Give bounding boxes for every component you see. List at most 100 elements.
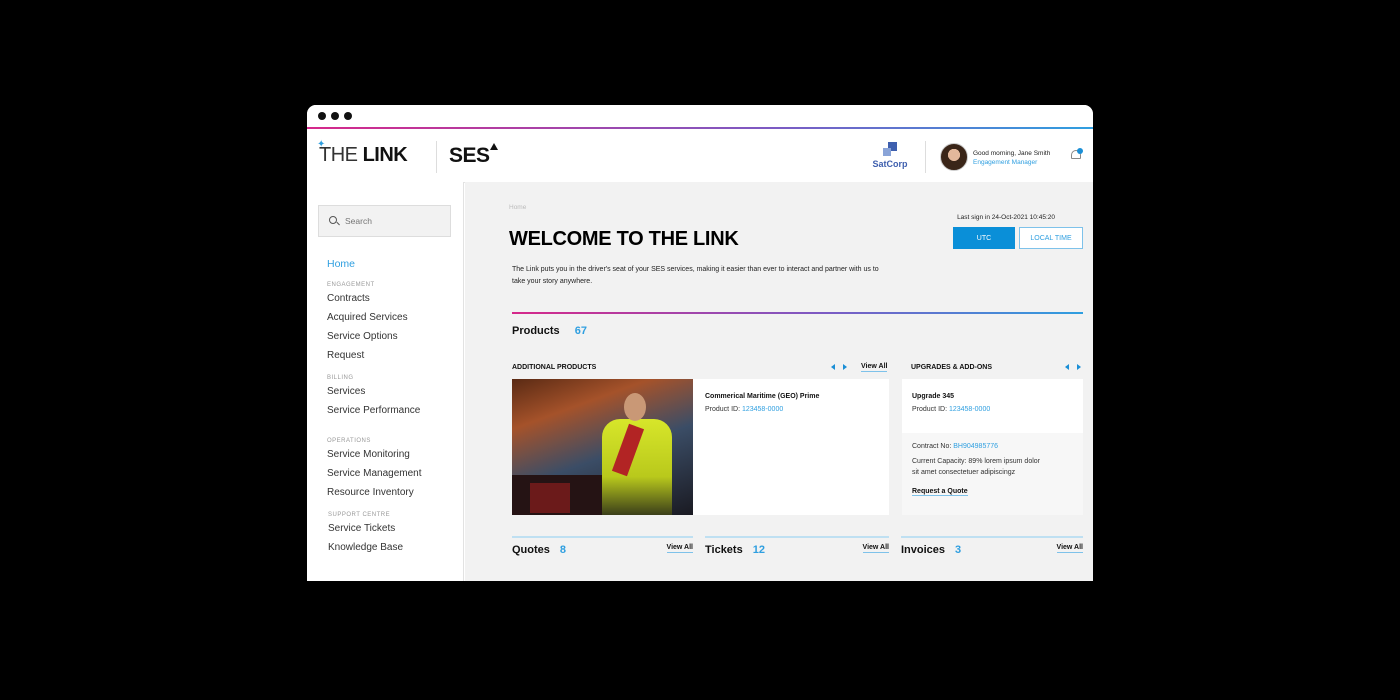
- main-content: Home WELCOME TO THE LINK The Link puts y…: [465, 182, 1093, 581]
- products-divider: [512, 312, 1083, 314]
- sidebar-item-service-monitoring[interactable]: Service Monitoring: [327, 449, 422, 468]
- stat-label: Invoices: [901, 544, 946, 556]
- utc-button[interactable]: UTC: [953, 227, 1015, 249]
- additional-products-arrows: [831, 364, 847, 370]
- view-all-tickets-link[interactable]: View All: [862, 544, 889, 553]
- stat-label: Quotes: [512, 544, 550, 556]
- invoices-heading: Invoices 3: [901, 544, 961, 556]
- greeting-text: Good morning, Jane Smith: [973, 150, 1051, 157]
- product-image: [512, 379, 693, 515]
- nav-section-label: SUPPORT CENTRE: [328, 512, 391, 518]
- sidebar-item-service-management[interactable]: Service Management: [327, 468, 422, 487]
- view-all-invoices-link[interactable]: View All: [1056, 544, 1083, 553]
- window-dot-minimize[interactable]: [331, 112, 339, 120]
- browser-window: ✦ THE LINK SES SatCorp Good morning, Jan…: [307, 105, 1093, 581]
- notifications-button[interactable]: [1070, 148, 1083, 161]
- window-titlebar: [307, 105, 1093, 127]
- notification-badge: [1077, 148, 1083, 154]
- sidebar-item-service-options[interactable]: Service Options: [327, 331, 422, 350]
- sidebar-item-knowledge-base[interactable]: Knowledge Base: [328, 542, 422, 561]
- next-arrow-icon[interactable]: [1077, 364, 1081, 370]
- nav-section-label: ENGAGEMENT: [327, 282, 375, 288]
- contract-link[interactable]: BH904985776: [953, 443, 998, 450]
- satcorp-icon: [883, 142, 897, 156]
- contract-label: Contract No:: [912, 443, 954, 450]
- product-id-label: Product ID:: [912, 406, 949, 413]
- view-all-quotes-link[interactable]: View All: [666, 544, 693, 553]
- upgrades-heading: UPGRADES & ADD-ONS: [911, 364, 993, 371]
- stat-count: 12: [752, 544, 765, 556]
- breadcrumb[interactable]: Home: [509, 204, 526, 211]
- product-id-link[interactable]: 123458-0000: [742, 406, 783, 413]
- window-dot-close[interactable]: [318, 112, 326, 120]
- products-count: 67: [574, 325, 587, 337]
- product-id-label: Product ID:: [705, 406, 742, 413]
- sidebar-item-service-tickets[interactable]: Service Tickets: [328, 523, 422, 542]
- tickets-heading: Tickets 12: [705, 544, 765, 556]
- product-card[interactable]: Commerical Maritime (GEO) Prime Product …: [693, 379, 889, 515]
- next-arrow-icon[interactable]: [843, 364, 847, 370]
- stat-count: 8: [559, 544, 567, 556]
- nav-group-engagement: ENGAGEMENT Contracts Acquired Services S…: [327, 282, 422, 369]
- stat-count: 3: [955, 544, 962, 556]
- search-icon: [329, 216, 340, 226]
- nav-section-label: BILLING: [327, 375, 354, 381]
- search-box[interactable]: [318, 205, 451, 237]
- sidebar: Home ENGAGEMENT Contracts Acquired Servi…: [307, 182, 464, 581]
- invoices-panel: Invoices 3 View All: [901, 536, 1083, 566]
- sidebar-item-request[interactable]: Request: [327, 350, 422, 369]
- avatar[interactable]: [940, 143, 968, 171]
- page-title: WELCOME TO THE LINK: [509, 228, 739, 250]
- upgrades-arrows: [1065, 364, 1081, 370]
- sidebar-item-contracts[interactable]: Contracts: [327, 293, 422, 312]
- upgrade-product-id-line: Product ID: 123458-0000: [912, 404, 1073, 415]
- last-sign-in: Last sign in 24-Oct-2021 10:45:20: [957, 214, 1055, 221]
- app-header: ✦ THE LINK SES SatCorp Good morning, Jan…: [307, 129, 1093, 183]
- sidebar-item-services[interactable]: Services: [327, 386, 422, 405]
- user-greeting[interactable]: Good morning, Jane Smith Engagement Mana…: [973, 149, 1050, 167]
- product-id-line: Product ID: 123458-0000: [705, 404, 877, 415]
- sidebar-item-service-performance[interactable]: Service Performance: [327, 405, 422, 424]
- tickets-panel: Tickets 12 View All: [705, 536, 889, 566]
- upgrade-card: Upgrade 345 Product ID: 123458-0000 Cont…: [902, 379, 1083, 515]
- window-dot-maximize[interactable]: [344, 112, 352, 120]
- request-quote-link[interactable]: Request a Quote: [912, 488, 968, 496]
- header-divider: [925, 141, 926, 173]
- sparkle-icon: ✦: [317, 139, 325, 150]
- view-all-products-link[interactable]: View All: [861, 363, 888, 372]
- sidebar-item-acquired-services[interactable]: Acquired Services: [327, 312, 422, 331]
- window-controls: [318, 112, 352, 120]
- products-label: Products: [512, 325, 560, 337]
- ses-logo: SES: [449, 144, 490, 167]
- local-time-button[interactable]: LOCAL TIME: [1019, 227, 1083, 249]
- prev-arrow-icon[interactable]: [831, 364, 835, 370]
- sidebar-item-resource-inventory[interactable]: Resource Inventory: [327, 487, 422, 506]
- nav-section-label: OPERATIONS: [327, 438, 371, 444]
- nav-group-support: SUPPORT CENTRE Service Tickets Knowledge…: [328, 512, 422, 561]
- the-link-logo[interactable]: ✦ THE LINK: [317, 139, 408, 167]
- intro-text: The Link puts you in the driver's seat o…: [512, 266, 879, 285]
- user-role: Engagement Manager: [973, 159, 1038, 166]
- additional-products-heading: ADDITIONAL PRODUCTS: [512, 364, 597, 371]
- contract-line: Contract No: BH904985776: [912, 441, 1073, 452]
- sidebar-item-home[interactable]: Home: [327, 258, 422, 270]
- capacity-text-2: sit amet consectetuer adipiscingz: [912, 469, 1016, 476]
- prev-arrow-icon[interactable]: [1065, 364, 1069, 370]
- upgrade-title: Upgrade 345: [912, 393, 955, 400]
- products-heading: Products 67: [512, 325, 587, 337]
- nav-group-billing: BILLING Services Service Performance: [327, 375, 422, 424]
- product-id-link[interactable]: 123458-0000: [949, 406, 990, 413]
- logo-divider: [436, 141, 437, 173]
- capacity-text: Current Capacity: 89% lorem ipsum dolor: [912, 458, 1040, 465]
- ses-triangle-icon: [490, 143, 498, 150]
- search-input[interactable]: [345, 216, 445, 226]
- product-title: Commerical Maritime (GEO) Prime: [705, 393, 820, 400]
- stat-label: Tickets: [705, 544, 743, 556]
- quotes-panel: Quotes 8 View All: [512, 536, 693, 566]
- nav-group-operations: OPERATIONS Service Monitoring Service Ma…: [327, 438, 422, 506]
- company-logo: SatCorp: [870, 142, 910, 169]
- logo-link: LINK: [362, 144, 408, 166]
- sidebar-nav: Home ENGAGEMENT Contracts Acquired Servi…: [327, 258, 422, 567]
- company-name: SatCorp: [872, 159, 908, 169]
- quotes-heading: Quotes 8: [512, 544, 566, 556]
